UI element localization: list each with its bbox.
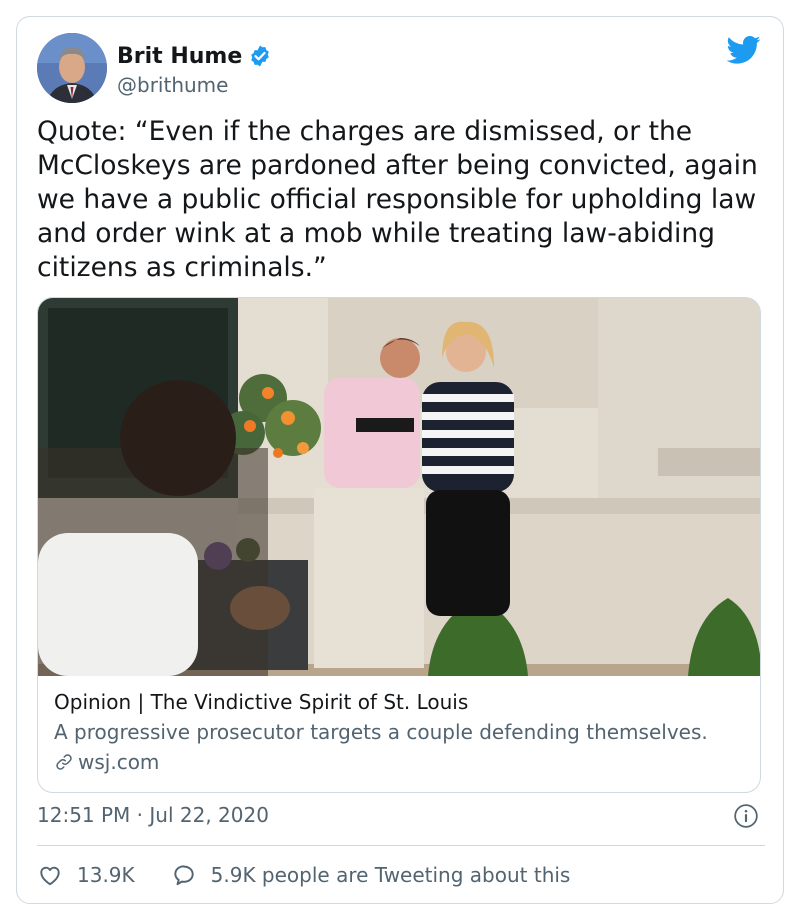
info-icon[interactable] bbox=[733, 803, 759, 829]
heart-icon bbox=[40, 866, 60, 886]
tweet-text: Quote: “Even if the charges are dismisse… bbox=[37, 116, 758, 283]
twitter-bird-icon[interactable] bbox=[727, 35, 761, 65]
display-name[interactable]: Brit Hume bbox=[117, 44, 242, 69]
verified-badge-icon bbox=[251, 45, 270, 67]
avatar[interactable] bbox=[37, 33, 107, 103]
link-card-domain-row: wsj.com bbox=[54, 748, 744, 776]
link-preview-card[interactable]: Opinion | The Vindictive Spirit of St. L… bbox=[37, 297, 761, 793]
tweeting-about-label: 5.9K people are Tweeting about this bbox=[210, 863, 571, 887]
link-card-description: A progressive prosecutor targets a coupl… bbox=[54, 720, 708, 744]
tweet-actions: 13.9K 5.9K people are Tweeting about thi… bbox=[37, 859, 570, 891]
link-card-domain: wsj.com bbox=[78, 750, 160, 774]
tweet-timestamp[interactable]: 12:51 PM · Jul 22, 2020 bbox=[37, 803, 269, 827]
tweet-header: Brit Hume @brithume bbox=[37, 33, 765, 103]
tweet-card: Brit Hume @brithume Quote: “Even if the … bbox=[16, 16, 784, 904]
author-names: Brit Hume @brithume bbox=[117, 41, 272, 97]
link-card-meta: Opinion | The Vindictive Spirit of St. L… bbox=[54, 688, 744, 776]
divider bbox=[37, 845, 765, 846]
speech-bubble-icon bbox=[174, 865, 194, 886]
handle[interactable]: @brithume bbox=[117, 73, 272, 97]
like-button[interactable]: 13.9K bbox=[37, 862, 135, 888]
link-icon bbox=[56, 754, 72, 770]
like-count: 13.9K bbox=[77, 863, 135, 887]
link-card-title[interactable]: Opinion | The Vindictive Spirit of St. L… bbox=[54, 688, 744, 716]
article-photo bbox=[38, 298, 760, 676]
tweeting-about-button[interactable]: 5.9K people are Tweeting about this bbox=[171, 862, 571, 888]
